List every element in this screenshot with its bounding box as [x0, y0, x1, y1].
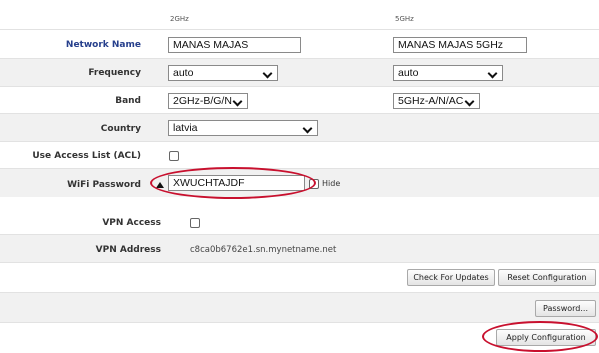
vpn-address-value: c8ca0b6762e1.sn.mynetname.net — [190, 245, 337, 255]
chevron-down-icon — [232, 96, 243, 107]
band-label: Band — [115, 96, 141, 106]
frequency-label: Frequency — [88, 68, 141, 78]
frequency-2ghz-select[interactable]: auto — [168, 65, 278, 81]
band-5ghz-select[interactable]: 5GHz-A/N/AC — [393, 93, 480, 109]
acl-row: Use Access List (ACL) — [0, 142, 599, 169]
password-button-row: Password... — [0, 293, 599, 323]
check-for-updates-button[interactable]: Check For Updates — [407, 269, 495, 286]
hide-label: Hide — [322, 179, 341, 188]
vpn-settings-panel: VPN Access VPN Address c8ca0b6762e1.sn.m… — [0, 209, 599, 353]
network-name-row: Network Name MANAS MAJAS MANAS MAJAS 5GH… — [0, 30, 599, 59]
chevron-down-icon — [302, 123, 313, 134]
country-row: Country latvia — [0, 114, 599, 142]
wifi-password-label: WiFi Password — [67, 180, 141, 190]
network-name-label: Network Name — [65, 40, 141, 50]
vpn-address-row: VPN Address c8ca0b6762e1.sn.mynetname.ne… — [0, 235, 599, 263]
vpn-access-row: VPN Access — [0, 209, 599, 235]
column-header-row: 2GHz 5GHz — [0, 0, 599, 30]
vpn-address-label: VPN Address — [95, 245, 161, 255]
frequency-5ghz-value: auto — [398, 67, 419, 79]
network-name-5ghz-input[interactable]: MANAS MAJAS 5GHz — [393, 37, 527, 53]
acl-checkbox[interactable] — [169, 151, 179, 161]
chevron-down-icon — [487, 68, 498, 79]
network-name-2ghz-input[interactable]: MANAS MAJAS — [168, 37, 301, 53]
password-button[interactable]: Password... — [535, 300, 596, 317]
chevron-down-icon — [464, 96, 475, 107]
country-label: Country — [100, 124, 141, 134]
vpn-access-checkbox[interactable] — [190, 218, 200, 228]
band-2ghz-value: 2GHz-B/G/N — [173, 95, 232, 107]
highlight-oval-apply — [482, 321, 598, 352]
reset-configuration-button[interactable]: Reset Configuration — [498, 269, 596, 286]
column-2ghz-header: 2GHz — [170, 15, 189, 23]
band-row: Band 2GHz-B/G/N 5GHz-A/N/AC — [0, 87, 599, 114]
vpn-access-label: VPN Access — [102, 218, 161, 228]
wifi-settings-panel: 2GHz 5GHz Network Name MANAS MAJAS MANAS… — [0, 0, 599, 199]
acl-label: Use Access List (ACL) — [32, 151, 141, 161]
column-5ghz-header: 5GHz — [395, 15, 414, 23]
country-select[interactable]: latvia — [168, 120, 318, 136]
band-5ghz-value: 5GHz-A/N/AC — [398, 95, 464, 107]
band-2ghz-select[interactable]: 2GHz-B/G/N — [168, 93, 248, 109]
frequency-2ghz-value: auto — [173, 67, 194, 79]
frequency-row: Frequency auto auto — [0, 59, 599, 87]
highlight-oval-password — [150, 167, 316, 199]
frequency-5ghz-select[interactable]: auto — [393, 65, 503, 81]
country-value: latvia — [173, 122, 198, 134]
chevron-down-icon — [262, 68, 273, 79]
update-reset-row: Check For Updates Reset Configuration — [0, 263, 599, 293]
